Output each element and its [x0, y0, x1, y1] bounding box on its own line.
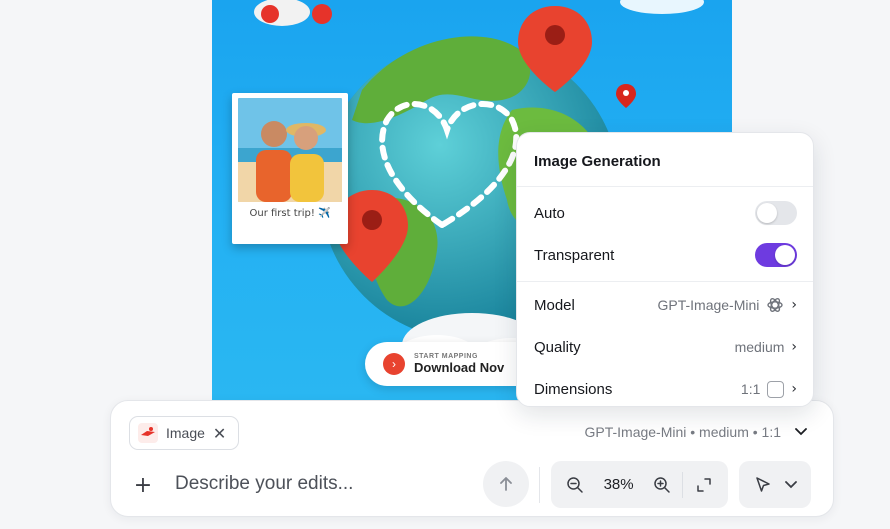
popover-divider: [517, 281, 813, 282]
chevron-right-icon: ›: [791, 339, 797, 355]
square-aspect-icon: [767, 380, 785, 398]
cta-subtitle: START MAPPING: [414, 353, 478, 360]
zoom-out-icon: [567, 476, 584, 493]
zoom-divider: [682, 471, 684, 498]
polaroid-caption: Our first trip! ✈️: [249, 208, 331, 219]
quality-label: Quality: [534, 338, 581, 356]
polaroid-photo: Our first trip! ✈️: [232, 93, 348, 244]
auto-row[interactable]: Auto: [517, 192, 813, 234]
chevron-down-icon[interactable]: [795, 428, 807, 436]
transparent-row[interactable]: Transparent: [517, 234, 813, 276]
model-value: GPT-Image-Mini: [657, 297, 760, 313]
attachment-label: Image: [166, 425, 205, 441]
generation-settings-summary[interactable]: GPT-Image-Mini • medium • 1:1: [584, 424, 807, 440]
popover-title: Image Generation: [517, 133, 813, 187]
expand-icon: [696, 477, 711, 492]
quality-value: medium: [734, 339, 785, 355]
zoom-level: 38%: [603, 476, 634, 493]
settings-summary-text: GPT-Image-Mini • medium • 1:1: [584, 424, 781, 440]
model-row[interactable]: Model GPT-Image-Mini ›: [517, 284, 813, 326]
transparent-label: Transparent: [534, 246, 615, 264]
chevron-right-icon: ›: [383, 353, 405, 375]
arrow-up-icon: [500, 477, 512, 491]
toggle-knob: [775, 245, 795, 265]
toolbar-divider: [539, 467, 540, 503]
prompt-composer: Image ✕ GPT-Image-Mini • medium • 1:1 +: [110, 400, 834, 517]
chevron-right-icon: ›: [791, 297, 797, 313]
dimensions-row[interactable]: Dimensions 1:1 ›: [517, 368, 813, 410]
chevron-right-icon: ›: [791, 381, 797, 397]
auto-label: Auto: [534, 204, 565, 222]
prompt-input[interactable]: [175, 473, 475, 495]
fit-to-screen-button[interactable]: [689, 470, 718, 500]
couple-photo: [238, 98, 342, 202]
close-icon[interactable]: ✕: [213, 424, 226, 443]
chevron-down-icon: [784, 480, 797, 488]
image-thumbnail: [138, 423, 158, 443]
zoom-in-icon: [654, 476, 670, 493]
image-attachment-chip[interactable]: Image ✕: [129, 416, 240, 450]
dimensions-value: 1:1: [740, 381, 761, 397]
send-button[interactable]: [483, 461, 529, 507]
model-label: Model: [534, 296, 575, 314]
editor-stage: Our first trip! ✈️ › START MAPPING Downl…: [0, 0, 890, 529]
toggle-knob: [757, 203, 777, 223]
image-generation-popover: Image Generation Auto Transparent Model …: [516, 132, 814, 407]
cursor-icon: [755, 476, 770, 492]
quality-row[interactable]: Quality medium ›: [517, 326, 813, 368]
add-icon[interactable]: +: [133, 473, 153, 498]
zoom-in-button[interactable]: [647, 470, 676, 500]
cta-title: Download Nov: [414, 360, 505, 375]
auto-toggle[interactable]: [755, 201, 797, 225]
zoom-out-button[interactable]: [561, 470, 590, 500]
transparent-toggle[interactable]: [755, 243, 797, 267]
openai-icon: [767, 298, 784, 312]
dimensions-label: Dimensions: [534, 380, 613, 398]
zoom-control: 38%: [551, 461, 728, 508]
tool-selector[interactable]: [739, 461, 811, 508]
